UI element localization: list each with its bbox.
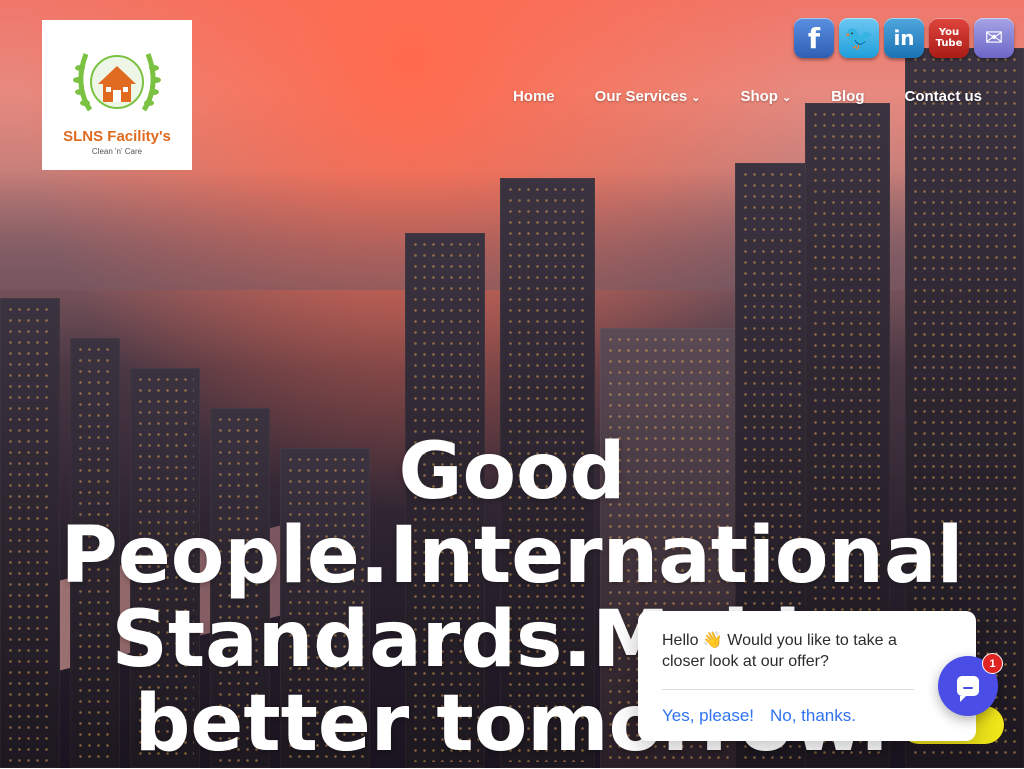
house-laurel-logo-icon bbox=[73, 53, 161, 112]
youtube-glyph-bottom: Tube bbox=[935, 38, 963, 49]
nav-our-services-label: Our Services bbox=[594, 88, 688, 105]
logo-subtitle: Clean 'n' Care bbox=[91, 147, 143, 156]
chat-divider bbox=[662, 689, 914, 690]
linkedin-icon[interactable]: in bbox=[884, 18, 924, 58]
nav-contact-us[interactable]: Contact us bbox=[904, 88, 982, 105]
site-logo[interactable]: SLNS Facility's Clean 'n' Care bbox=[42, 20, 192, 170]
youtube-glyph-top: You bbox=[938, 27, 960, 38]
main-nav: Home Our Services ⌄ Shop ⌄ Blog Contact … bbox=[513, 88, 982, 105]
chat-icon bbox=[957, 676, 979, 702]
nav-shop[interactable]: Shop ⌄ bbox=[740, 88, 791, 105]
chat-message: Hello 👋 Would you like to take a closer … bbox=[662, 632, 897, 670]
youtube-icon[interactable]: You Tube bbox=[929, 18, 969, 58]
mail-icon[interactable]: ✉ bbox=[974, 18, 1014, 58]
nav-blog[interactable]: Blog bbox=[831, 88, 864, 105]
chat-no-button[interactable]: No, thanks. bbox=[770, 706, 856, 726]
chat-popup: Hello 👋 Would you like to take a closer … bbox=[638, 611, 976, 741]
notification-badge: 1 bbox=[982, 653, 1003, 674]
chat-actions: Yes, please! No, thanks. bbox=[662, 706, 856, 726]
chat-yes-button[interactable]: Yes, please! bbox=[662, 706, 754, 726]
nav-our-services[interactable]: Our Services ⌄ bbox=[595, 88, 701, 105]
nav-shop-label: Shop bbox=[740, 88, 778, 105]
hero-line-2: People.International bbox=[60, 511, 964, 601]
chevron-down-icon: ⌄ bbox=[691, 92, 701, 104]
hero-line-1: Good bbox=[398, 427, 626, 517]
nav-home[interactable]: Home bbox=[513, 88, 555, 105]
twitter-icon[interactable]: 🐦 bbox=[839, 18, 879, 58]
facebook-icon[interactable]: f bbox=[794, 18, 834, 58]
chevron-down-icon: ⌄ bbox=[781, 92, 792, 104]
logo-title: SLNS Facility's bbox=[63, 128, 171, 145]
social-links: f 🐦 in You Tube ✉ bbox=[794, 18, 1014, 58]
